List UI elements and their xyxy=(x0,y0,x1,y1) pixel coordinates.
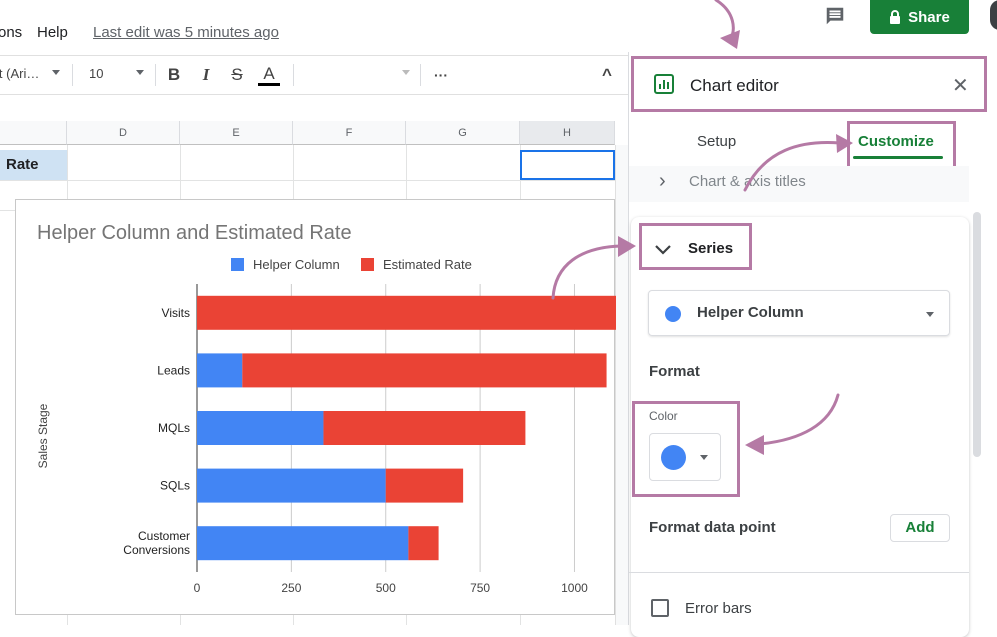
category-label: SQLs xyxy=(160,479,190,493)
share-button[interactable]: Share xyxy=(870,0,969,34)
font-size-select[interactable]: 10 xyxy=(89,66,103,81)
avatar[interactable] xyxy=(990,0,997,30)
legend-swatch xyxy=(361,258,374,271)
x-tick-label: 500 xyxy=(376,581,396,595)
chevron-down-icon[interactable] xyxy=(654,244,672,256)
toolbar-divider xyxy=(293,64,294,86)
category-label-line: SQLs xyxy=(160,479,190,493)
chart-bar xyxy=(197,468,386,503)
strikethrough-icon[interactable]: S xyxy=(226,63,248,87)
chart-bar xyxy=(242,353,607,388)
bold-icon[interactable]: B xyxy=(163,63,185,87)
category-label: Customer Conversions xyxy=(123,529,190,557)
category-labels: Visits Leads MQLs SQLs Customer Conversions xyxy=(123,306,190,557)
series-color-dot xyxy=(665,306,681,322)
menu-item-help[interactable]: Help xyxy=(37,24,68,41)
share-label: Share xyxy=(908,8,950,26)
bar-chart: Helper Column and Estimated Rate Helper … xyxy=(36,222,616,595)
category-label-line: Leads xyxy=(157,363,190,377)
chart-axis-titles-label[interactable]: Chart & axis titles xyxy=(689,173,806,190)
series-section-label[interactable]: Series xyxy=(688,240,733,257)
chart-bar xyxy=(385,468,464,503)
chevron-right-icon[interactable]: › xyxy=(659,170,666,193)
menu-item-extensions[interactable]: ons xyxy=(0,24,22,41)
chart-title: Helper Column and Estimated Rate xyxy=(37,222,352,244)
chart-editor-header: Chart editor ✕ xyxy=(631,56,987,112)
italic-icon[interactable]: I xyxy=(195,63,217,87)
dropdown-caret-icon xyxy=(700,455,708,460)
last-edit-link[interactable]: Last edit was 5 minutes ago xyxy=(93,24,279,41)
column-header-e[interactable]: E xyxy=(180,121,293,145)
x-tick-label: 250 xyxy=(281,581,301,595)
font-caret-icon[interactable] xyxy=(52,70,60,75)
column-header-f[interactable]: F xyxy=(293,121,406,145)
legend-swatch xyxy=(231,258,244,271)
add-button[interactable]: Add xyxy=(890,514,950,542)
color-swatch xyxy=(661,445,686,470)
embedded-chart[interactable]: Helper Column and Estimated Rate Helper … xyxy=(15,199,616,615)
category-label-line: Visits xyxy=(162,306,190,320)
chart-legend: Helper Column Estimated Rate xyxy=(231,257,472,272)
chart-editor-icon xyxy=(654,74,674,94)
toolbar-divider xyxy=(420,64,421,86)
section-divider xyxy=(629,572,969,573)
column-header-h[interactable]: H xyxy=(520,121,615,145)
close-icon[interactable]: ✕ xyxy=(952,73,969,98)
panel-scrollbar[interactable] xyxy=(973,212,981,457)
y-axis-title: Sales Stage xyxy=(36,403,50,468)
formatting-toolbar: lt (Ari… 10 B I S A ··· ^ xyxy=(0,55,628,138)
menu-bar: ons Help Last edit was 5 minutes ago Sha… xyxy=(0,0,997,55)
toolbar-divider xyxy=(155,64,156,86)
category-label: Visits xyxy=(162,306,190,320)
category-label: MQLs xyxy=(158,421,190,435)
lock-icon xyxy=(890,10,901,24)
color-label: Color xyxy=(649,409,678,423)
format-heading: Format xyxy=(649,363,700,380)
color-picker[interactable] xyxy=(649,433,721,481)
cell-rate[interactable]: Rate xyxy=(0,150,67,180)
category-label-line: Conversions xyxy=(123,543,190,557)
chart-bar xyxy=(197,353,243,388)
chart-bar xyxy=(323,411,526,445)
legend-label: Helper Column xyxy=(253,257,340,272)
size-caret-icon[interactable] xyxy=(136,70,144,75)
chart-bars xyxy=(197,295,616,561)
category-label: Leads xyxy=(157,363,190,377)
column-header[interactable] xyxy=(0,121,67,145)
series-select-value: Helper Column xyxy=(697,304,804,321)
error-bars-checkbox[interactable] xyxy=(651,599,669,617)
row-line xyxy=(0,180,628,181)
chart-bar xyxy=(197,411,324,445)
chart-bar xyxy=(197,526,409,561)
format-data-point-label: Format data point xyxy=(649,519,776,536)
merge-caret-icon[interactable] xyxy=(402,70,410,75)
x-tick-label: 1000 xyxy=(561,581,588,595)
x-tick-labels: 0 250 500 750 1000 xyxy=(194,581,588,595)
x-tick-label: 0 xyxy=(194,581,201,595)
grid-scrollbar[interactable] xyxy=(615,145,628,625)
chart-bar xyxy=(197,295,616,330)
x-tick-label: 750 xyxy=(470,581,490,595)
selected-cell[interactable] xyxy=(520,150,615,180)
legend-label: Estimated Rate xyxy=(383,257,472,272)
tab-customize[interactable]: Customize xyxy=(858,133,934,150)
font-family-select[interactable]: lt (Ari… xyxy=(0,66,39,81)
more-icon[interactable]: ··· xyxy=(430,63,452,87)
chart-bar xyxy=(408,526,439,561)
category-label-line: MQLs xyxy=(158,421,190,435)
collapse-toolbar-icon[interactable]: ^ xyxy=(596,63,618,87)
column-header-g[interactable]: G xyxy=(406,121,520,145)
category-label-line: Customer xyxy=(138,529,190,543)
toolbar-divider xyxy=(72,64,73,86)
tab-setup[interactable]: Setup xyxy=(697,133,736,150)
chart-editor-panel: Chart editor ✕ Setup Customize › Chart &… xyxy=(628,52,997,637)
series-select[interactable]: Helper Column xyxy=(648,290,950,336)
comment-icon[interactable] xyxy=(824,5,846,27)
error-bars-label: Error bars xyxy=(685,600,752,617)
column-header-d[interactable]: D xyxy=(67,121,180,145)
active-tab-indicator xyxy=(853,156,943,159)
text-color-icon[interactable]: A xyxy=(258,63,280,86)
chart-editor-title: Chart editor xyxy=(690,76,779,95)
dropdown-caret-icon xyxy=(926,312,934,317)
